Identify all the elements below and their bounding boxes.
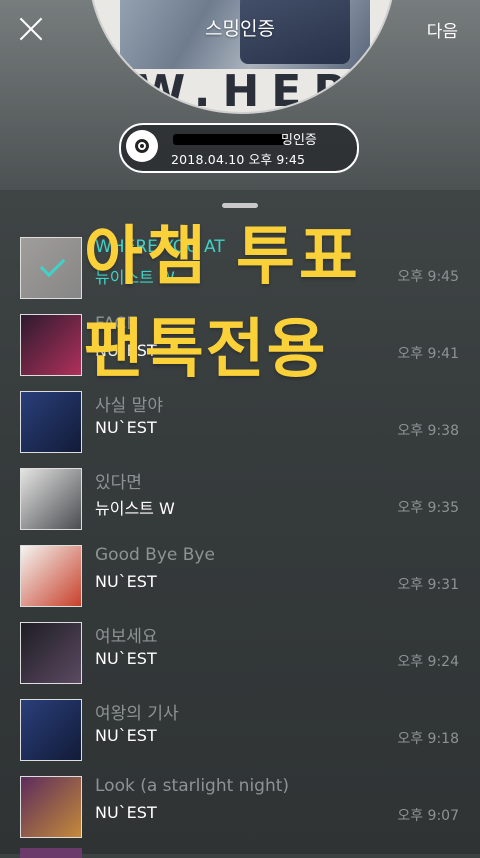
song-artist: NU`EST (95, 803, 157, 822)
song-time: 오후 9:45 (397, 269, 459, 285)
song-row[interactable]: 있다면뉴이스트 W 오후 9:35 (0, 468, 480, 545)
overlay-text-line1: 아챔 투표 (84, 220, 362, 294)
song-row[interactable]: Look (a starlight night) NU`EST 오후 9:07 (0, 776, 480, 853)
song-time: 오후 9:18 (397, 731, 459, 747)
cd-icon (126, 130, 158, 162)
album-art (20, 391, 82, 453)
capsule-label: 밍인증 (281, 133, 317, 148)
page-title: 스밍인증 (205, 18, 275, 40)
song-artist: 뉴이스트 W (95, 499, 175, 518)
song-title: 여왕의 기사 (95, 704, 179, 724)
song-time: 오후 9:38 (397, 423, 459, 439)
album-art (20, 776, 82, 838)
song-time: 오후 9:07 (397, 808, 459, 824)
song-time: 오후 9:24 (397, 654, 459, 670)
song-title: 사실 말야 (95, 396, 163, 416)
album-art (20, 545, 82, 607)
song-title: Good Bye Bye (95, 545, 215, 565)
album-art (20, 314, 82, 376)
album-art (20, 699, 82, 761)
song-artist: NU`EST (95, 572, 157, 591)
song-title: Look (a starlight night) (95, 776, 290, 796)
partial-album-art (20, 848, 82, 858)
song-row[interactable]: 여왕의 기사 NU`EST 오후 9:18 (0, 699, 480, 776)
song-time: 오후 9:31 (397, 577, 459, 593)
song-time: 오후 9:41 (397, 346, 459, 362)
album-cover-text: W.HER (136, 66, 360, 114)
overlay-text-line2: 팬톡전용 (84, 313, 328, 387)
song-artist: NU`EST (95, 418, 157, 437)
album-art (20, 468, 82, 530)
song-row[interactable]: 사실 말야 NU`EST 오후 9:38 (0, 391, 480, 468)
album-art (20, 622, 82, 684)
song-title: 여보세요 (95, 627, 158, 647)
song-time: 오후 9:35 (397, 500, 459, 516)
song-row[interactable]: 여보세요 NU`EST 오후 9:24 (0, 622, 480, 699)
redaction-bar (173, 134, 285, 145)
capsule-datetime: 2018.04.10 오후 9:45 (171, 152, 306, 167)
next-button[interactable]: 다음 (427, 17, 458, 42)
song-artist: NU`EST (95, 649, 157, 668)
song-title: 있다면 (95, 473, 142, 493)
now-playing-capsule[interactable]: 밍인증 2018.04.10 오후 9:45 (119, 123, 359, 173)
song-row[interactable]: Good Bye Bye NU`EST 오후 9:31 (0, 545, 480, 622)
song-artist: NU`EST (95, 726, 157, 745)
